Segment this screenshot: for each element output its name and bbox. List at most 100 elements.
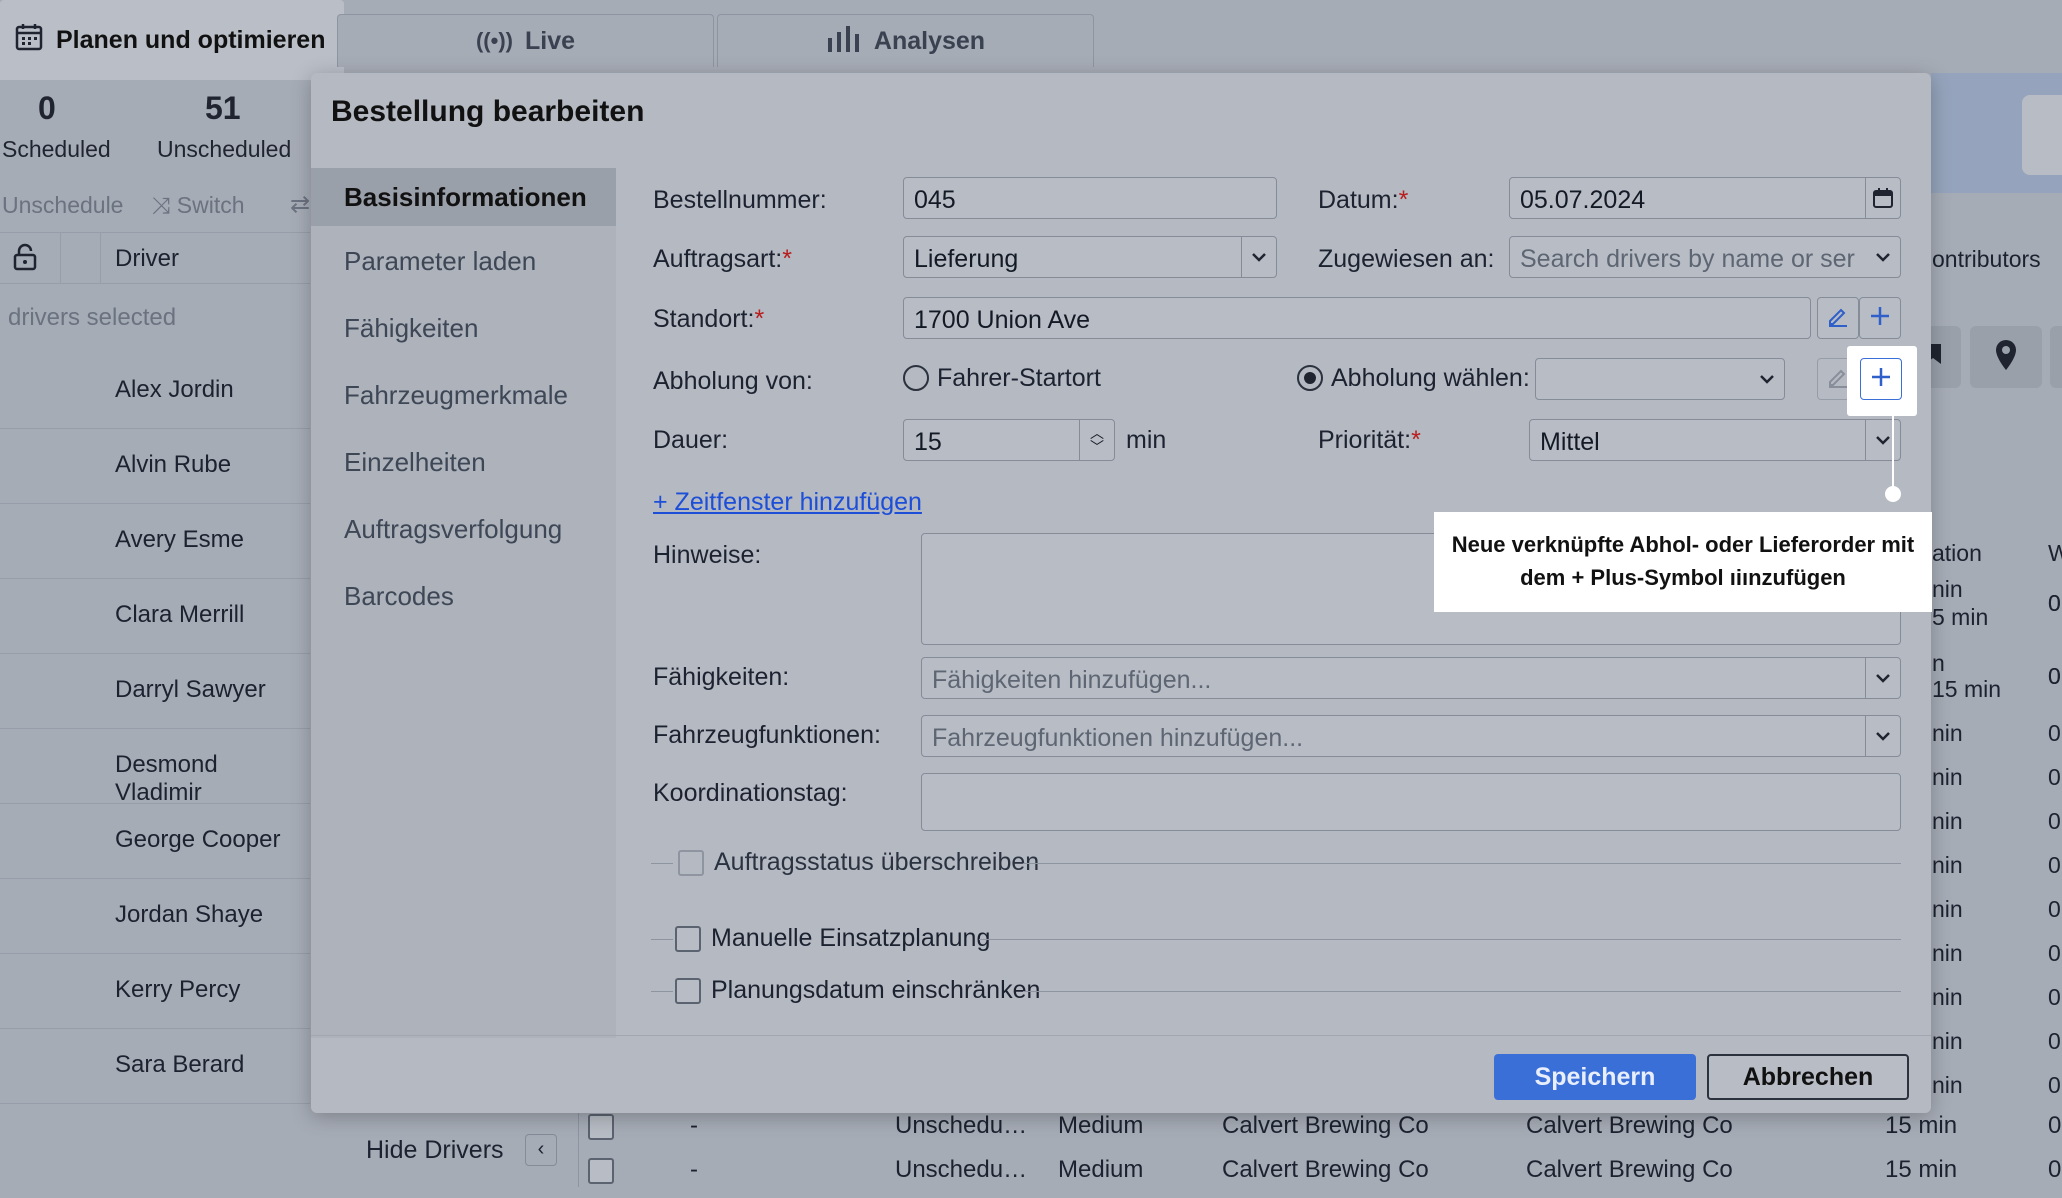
right-panel-cell: nin (1932, 1072, 1963, 1098)
restrict-date-checkbox[interactable]: Planungsdatum einschränken (675, 976, 1040, 1006)
table-row[interactable]: - Unschedu… Medium Calvert Brewing Co Calver… (580, 1112, 2062, 1154)
restrict-date-label: Planungsdatum einschränken (711, 976, 1041, 1004)
tab-analysen[interactable]: Analysen (717, 14, 1094, 67)
plus-icon (1869, 305, 1891, 332)
pickup-option-select[interactable]: Abholung wählen: (1297, 363, 1530, 393)
right-panel-cell: nin (1932, 984, 1963, 1010)
pickup-select[interactable] (1535, 358, 1785, 400)
nav-fahrzeugmerkmale[interactable]: Fahrzeugmerkmale (344, 380, 568, 411)
required-marker: * (754, 305, 765, 333)
right-column-header-1: ation (1932, 540, 1982, 566)
driver-list-item[interactable]: Darryl Sawyer (0, 654, 310, 729)
row-checkbox[interactable] (588, 1158, 614, 1184)
row-status: Unschedu… (895, 1156, 1028, 1183)
save-button[interactable]: Speichern (1494, 1054, 1696, 1100)
nav-basisinformationen[interactable]: Basisinformationen (311, 168, 616, 226)
manual-dispatch-checkbox[interactable]: Manuelle Einsatzplanung (675, 924, 990, 954)
checkbox[interactable] (675, 926, 701, 953)
location-input[interactable]: 1700 Union Ave (903, 297, 1811, 339)
contributors-label[interactable]: ontributors (1932, 246, 2041, 273)
nav-faehigkeiten[interactable]: Fähigkeiten (344, 313, 478, 344)
nav-barcodes[interactable]: Barcodes (344, 581, 454, 612)
tab-analysen-label: Analysen (873, 26, 986, 55)
tab-planen[interactable]: Planen und optimieren (0, 0, 344, 80)
lock-icon[interactable] (12, 243, 38, 276)
radio-checked[interactable] (1297, 365, 1323, 392)
assigned-driver-select[interactable]: Search drivers by name or ser (1509, 236, 1901, 278)
pickup-option-driver-start[interactable]: Fahrer-Startort (903, 363, 1101, 393)
swap-icon[interactable]: ⇄ (290, 190, 310, 219)
right-panel-cell: nin (1932, 808, 1963, 834)
chevron-down-icon (1865, 716, 1900, 756)
priority-select[interactable]: Mittel (1529, 419, 1901, 461)
pickup-option-1-label: Fahrer-Startort (937, 363, 1101, 392)
notes-label: Hinweise: (653, 541, 762, 569)
checkbox[interactable] (675, 978, 701, 1005)
driver-list-item[interactable]: Alvin Rube (0, 429, 310, 504)
order-type-select[interactable]: Lieferung (903, 236, 1277, 278)
header-divider (100, 233, 101, 283)
order-type-label: Auftragsart:* (653, 245, 792, 274)
right-panel-cell: nin (1932, 896, 1963, 922)
collapse-button[interactable]: ‹ (525, 1134, 557, 1166)
driver-column-label[interactable]: Driver (115, 245, 179, 273)
driver-name: Desmond Vladimir (115, 751, 218, 806)
add-pickup-order-button[interactable] (1860, 358, 1902, 400)
map-pin-button[interactable] (1970, 326, 2042, 388)
row-priority: Medium (1058, 1156, 1144, 1183)
driver-list-item[interactable]: Avery Esme (0, 504, 310, 579)
switch-button[interactable]: ⤨ Switch (152, 192, 245, 219)
nav-label: Basisinformationen (344, 182, 587, 212)
dialog-title: Bestellung bearbeiten (331, 95, 645, 128)
driver-list-item[interactable]: Desmond Vladimir (0, 729, 310, 806)
section-rule (1023, 991, 1901, 992)
checkbox[interactable] (678, 850, 704, 877)
nav-einzelheiten[interactable]: Einzelheiten (344, 447, 486, 478)
driver-list-item[interactable]: Sara Berard (0, 1029, 310, 1104)
radio-unchecked[interactable] (903, 365, 929, 392)
calendar-picker-icon[interactable] (1865, 178, 1900, 218)
tooltip-connector (1892, 416, 1894, 492)
row-location: Calvert Brewing Co (1526, 1112, 1733, 1139)
broadcast-icon: ((•)) (475, 28, 513, 53)
unscheduled-label: Unscheduled (157, 136, 292, 162)
order-number-input[interactable]: 045 (903, 177, 1277, 219)
add-location-button[interactable] (1859, 297, 1901, 339)
date-input[interactable]: 05.07.2024 (1509, 177, 1901, 219)
cancel-button[interactable]: Abbrechen (1707, 1054, 1909, 1100)
driver-list-header: Driver (0, 232, 310, 284)
override-status-checkbox[interactable]: Auftragsstatus überschreiben (678, 848, 1039, 878)
date-label-text: Datum: (1318, 186, 1399, 214)
chevron-up-icon[interactable]: ︿ (1090, 426, 1104, 440)
unschedule-button[interactable]: Unschedule (2, 192, 123, 219)
row-checkbox[interactable] (588, 1114, 614, 1140)
right-panel-value: 0 (2048, 590, 2061, 616)
driver-list-item[interactable]: Jordan Shaye (0, 879, 310, 954)
skills-select[interactable]: Fähigkeiten hinzufügen... (921, 657, 1901, 699)
chevron-down-icon (1865, 658, 1900, 698)
vehicle-features-placeholder: Fahrzeugfunktionen hinzufügen... (932, 724, 1304, 752)
right-panel-cell: nin (1932, 576, 1963, 602)
table-row[interactable]: - Unschedu… Medium Calvert Brewing Co Calver… (580, 1156, 2062, 1198)
driver-list-item[interactable]: Clara Merrill (0, 579, 310, 654)
vehicle-features-select[interactable]: Fahrzeugfunktionen hinzufügen... (921, 715, 1901, 757)
driver-list-item[interactable]: Kerry Percy (0, 954, 310, 1029)
duration-input[interactable]: 15 ︿ ﹀ (903, 419, 1115, 461)
drivers-selected-text: drivers selected (8, 304, 177, 331)
driver-list-item[interactable]: Alex Jordin (0, 354, 310, 429)
add-time-window-link[interactable]: + Zeitfenster hinzufügen (653, 488, 922, 517)
chevron-down-icon[interactable]: ﹀ (1090, 440, 1104, 454)
coordination-tag-input[interactable] (921, 773, 1901, 831)
stepper-icon[interactable]: ︿ ﹀ (1079, 420, 1114, 460)
driver-list-item[interactable]: George Cooper (0, 804, 310, 879)
pickup-label: Abholung von: (653, 367, 813, 395)
extra-map-button[interactable] (2050, 326, 2062, 388)
tab-live[interactable]: ((•)) Live (337, 14, 714, 67)
nav-auftragsverfolgung[interactable]: Auftragsverfolgung (344, 514, 562, 545)
layers-button[interactable] (2022, 95, 2062, 175)
nav-parameter-laden[interactable]: Parameter laden (344, 246, 536, 277)
edit-location-button[interactable] (1817, 297, 1859, 339)
driver-name: Clara Merrill (115, 601, 245, 628)
right-panel-value: 0 (2048, 663, 2061, 689)
chevron-down-icon (1865, 420, 1900, 460)
